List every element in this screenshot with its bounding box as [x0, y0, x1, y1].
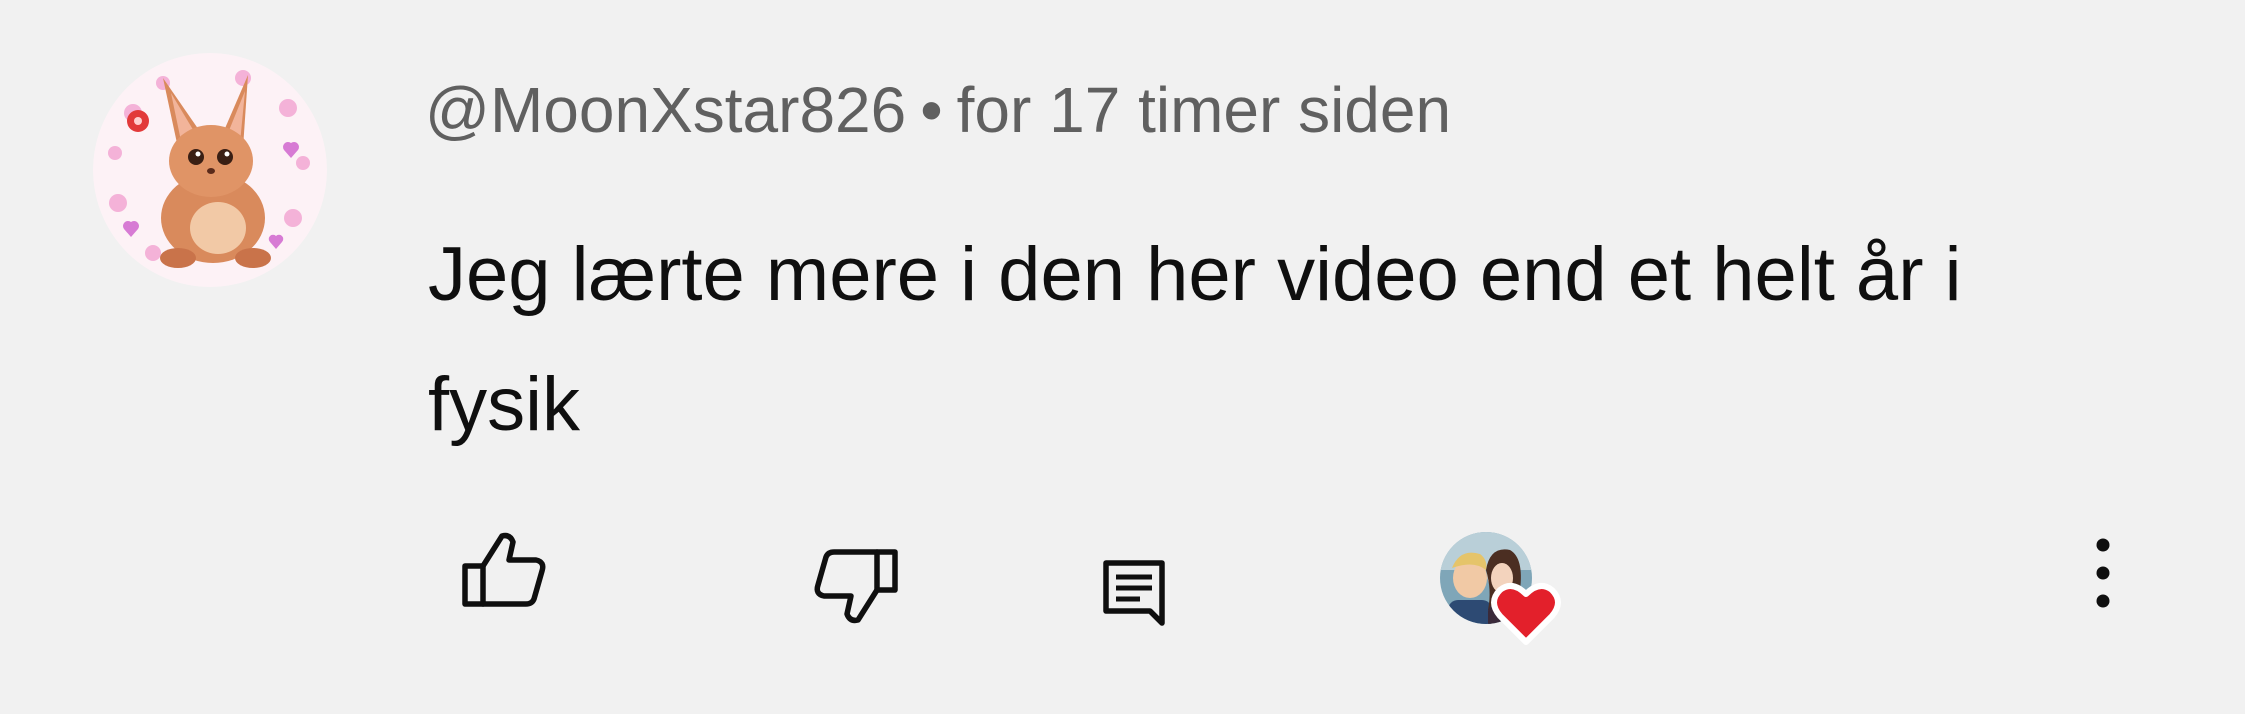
more-vertical-icon — [2096, 538, 2110, 608]
reply-button[interactable] — [1100, 557, 1172, 629]
thumbs-down-icon — [814, 549, 898, 624]
comment-header: @MoonXstar826 • for 17 timer siden — [425, 70, 1451, 150]
creator-heart-icon — [1440, 532, 1561, 645]
comment-text: Jeg lærte mere i den her video end et he… — [428, 232, 1962, 447]
separator-dot: • — [920, 74, 943, 146]
like-button[interactable] — [458, 526, 550, 618]
comment-timestamp[interactable]: for 17 timer siden — [957, 74, 1451, 146]
dislike-button[interactable] — [810, 548, 902, 640]
thumbs-up-icon — [462, 532, 546, 607]
author-avatar[interactable] — [93, 53, 327, 287]
creator-heart-badge — [1438, 530, 1568, 650]
more-options-button[interactable] — [2078, 535, 2128, 615]
avatar-image — [93, 53, 327, 287]
comment-reply-icon — [1103, 560, 1165, 626]
comment-card: @MoonXstar826 • for 17 timer siden Jeg lær… — [0, 0, 2245, 714]
author-name[interactable]: @MoonXstar826 — [425, 74, 906, 146]
